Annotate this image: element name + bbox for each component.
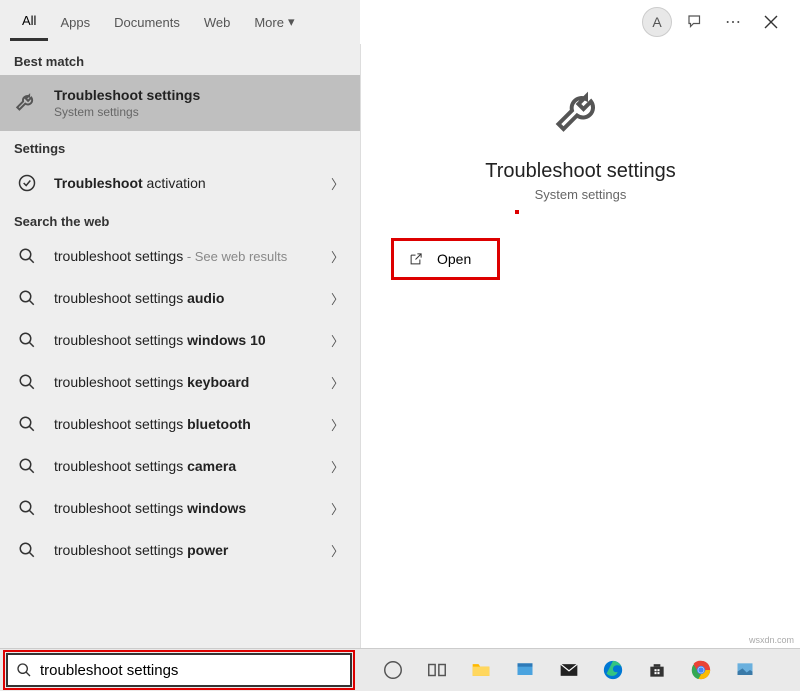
app-blue-icon[interactable] bbox=[512, 657, 538, 683]
chrome-icon[interactable] bbox=[688, 657, 714, 683]
watermark: wsxdn.com bbox=[749, 635, 794, 645]
tab-all[interactable]: All bbox=[10, 3, 48, 41]
search-icon bbox=[16, 662, 32, 678]
taskbar bbox=[0, 648, 800, 691]
best-match-result[interactable]: Troubleshoot settings System settings bbox=[0, 75, 360, 131]
topbar-right: A ⋯ bbox=[642, 0, 800, 44]
taskbar-icons bbox=[380, 657, 758, 683]
search-box[interactable] bbox=[6, 653, 352, 687]
wrench-icon bbox=[14, 90, 40, 116]
search-icon bbox=[14, 243, 40, 269]
web-result-4[interactable]: troubleshoot settings bluetooth〉 bbox=[0, 403, 360, 445]
filter-tabs: All Apps Documents Web More ▾ bbox=[0, 0, 360, 44]
settings-result-activation[interactable]: Troubleshoot activation 〉 bbox=[0, 162, 360, 204]
wrench-large-icon bbox=[551, 84, 611, 144]
section-search-web: Search the web bbox=[0, 204, 360, 235]
tab-more-label: More bbox=[254, 15, 284, 30]
search-results-panel: All Apps Documents Web More ▾ Best match… bbox=[0, 0, 360, 648]
chevron-right-icon: 〉 bbox=[331, 457, 344, 476]
section-best-match: Best match bbox=[0, 44, 360, 75]
section-settings: Settings bbox=[0, 131, 360, 162]
tab-apps[interactable]: Apps bbox=[48, 5, 102, 40]
open-external-icon bbox=[408, 252, 423, 267]
web-result-5[interactable]: troubleshoot settings camera〉 bbox=[0, 445, 360, 487]
chevron-down-icon: ▾ bbox=[288, 14, 295, 30]
chevron-right-icon: 〉 bbox=[331, 289, 344, 308]
chevron-right-icon: 〉 bbox=[331, 541, 344, 560]
chevron-right-icon: 〉 bbox=[331, 247, 344, 266]
web-result-6[interactable]: troubleshoot settings windows〉 bbox=[0, 487, 360, 529]
detail-panel: Troubleshoot settings System settings Op… bbox=[360, 44, 800, 648]
tab-more[interactable]: More ▾ bbox=[242, 4, 306, 40]
search-icon bbox=[14, 495, 40, 521]
search-input[interactable] bbox=[40, 662, 342, 679]
file-explorer-icon[interactable] bbox=[468, 657, 494, 683]
cortana-icon[interactable] bbox=[380, 657, 406, 683]
web-result-0[interactable]: troubleshoot settings - See web results〉 bbox=[0, 235, 360, 277]
web-result-2[interactable]: troubleshoot settings windows 10〉 bbox=[0, 319, 360, 361]
open-label: Open bbox=[437, 251, 471, 267]
search-icon bbox=[14, 369, 40, 395]
annotation-dot bbox=[515, 210, 519, 214]
chevron-right-icon: 〉 bbox=[331, 373, 344, 392]
store-icon[interactable] bbox=[644, 657, 670, 683]
detail-title: Troubleshoot settings bbox=[361, 160, 800, 183]
web-result-3[interactable]: troubleshoot settings keyboard〉 bbox=[0, 361, 360, 403]
tab-web[interactable]: Web bbox=[192, 5, 243, 40]
settings-result-text: Troubleshoot activation bbox=[54, 175, 346, 191]
close-icon[interactable] bbox=[756, 7, 786, 37]
open-button[interactable]: Open bbox=[391, 238, 500, 280]
search-icon bbox=[14, 327, 40, 353]
web-result-7[interactable]: troubleshoot settings power〉 bbox=[0, 529, 360, 571]
mail-icon[interactable] bbox=[556, 657, 582, 683]
best-match-sub: System settings bbox=[54, 105, 346, 119]
web-result-1[interactable]: troubleshoot settings audio〉 bbox=[0, 277, 360, 319]
search-icon bbox=[14, 411, 40, 437]
more-icon[interactable]: ⋯ bbox=[718, 7, 748, 37]
chevron-right-icon: 〉 bbox=[331, 499, 344, 518]
chevron-right-icon: 〉 bbox=[331, 174, 344, 193]
tab-documents[interactable]: Documents bbox=[102, 5, 192, 40]
search-icon bbox=[14, 537, 40, 563]
avatar[interactable]: A bbox=[642, 7, 672, 37]
app-generic-icon[interactable] bbox=[732, 657, 758, 683]
chevron-right-icon: 〉 bbox=[331, 331, 344, 350]
edge-icon[interactable] bbox=[600, 657, 626, 683]
search-icon bbox=[14, 285, 40, 311]
checkmark-circle-icon bbox=[14, 170, 40, 196]
best-match-text: Troubleshoot settings System settings bbox=[54, 87, 346, 119]
chevron-right-icon: 〉 bbox=[331, 415, 344, 434]
search-icon bbox=[14, 453, 40, 479]
feedback-icon[interactable] bbox=[680, 7, 710, 37]
task-view-icon[interactable] bbox=[424, 657, 450, 683]
detail-sub: System settings bbox=[361, 187, 800, 202]
best-match-title: Troubleshoot settings bbox=[54, 87, 346, 103]
